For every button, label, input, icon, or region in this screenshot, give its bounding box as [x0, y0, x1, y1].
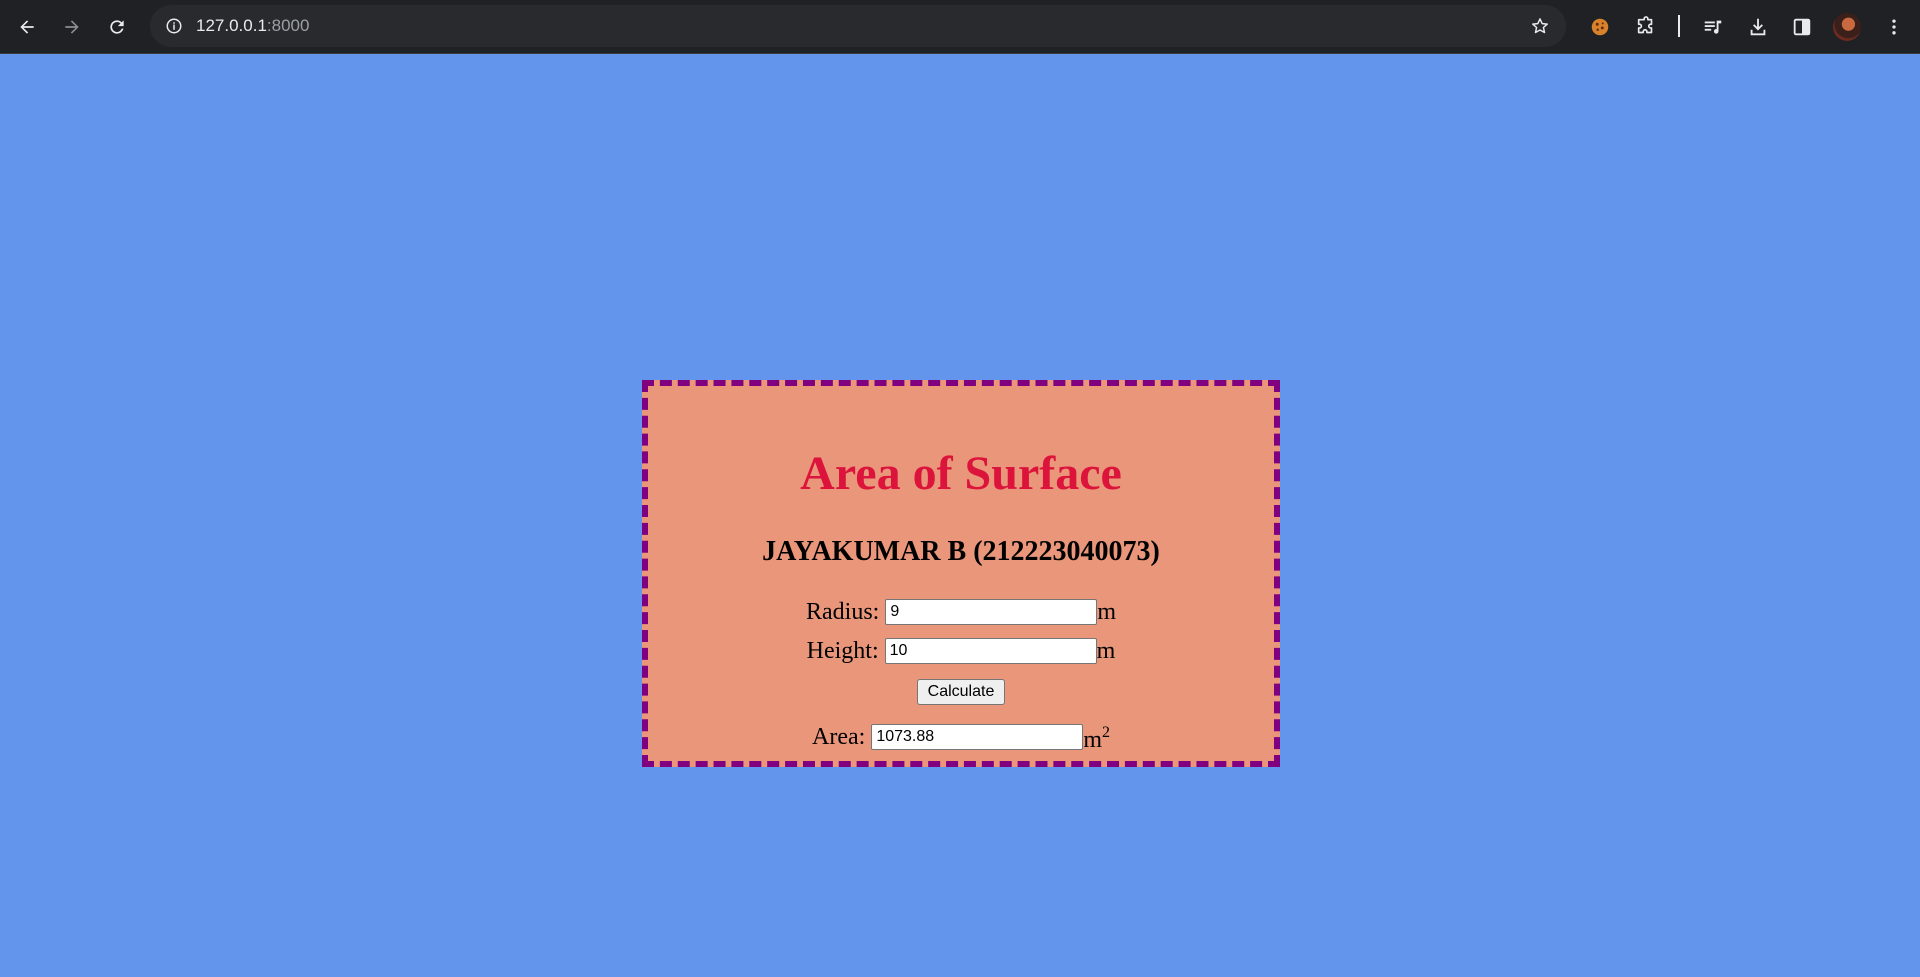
- avatar[interactable]: [1833, 13, 1861, 41]
- download-icon[interactable]: [1740, 9, 1776, 45]
- area-unit-exponent: 2: [1101, 724, 1110, 741]
- radius-unit: m: [1097, 599, 1116, 625]
- url-port: :8000: [266, 16, 310, 35]
- area-unit-base: m: [1083, 727, 1102, 753]
- calculate-row: Calculate: [648, 679, 1274, 705]
- radius-row: Radius: m: [648, 598, 1274, 626]
- area-output[interactable]: [871, 723, 1084, 750]
- puzzle-icon[interactable]: [1628, 9, 1664, 45]
- url-host: 127.0.0.1: [196, 16, 267, 35]
- kebab-menu-icon[interactable]: [1876, 9, 1912, 45]
- info-icon[interactable]: [162, 14, 186, 38]
- calculator-card: Area of Surface JAYAKUMAR B (21222304007…: [642, 380, 1280, 767]
- area-row: Area: m2: [648, 719, 1274, 754]
- url-text: 127.0.0.1:8000: [196, 16, 309, 36]
- cookie-icon[interactable]: [1582, 9, 1618, 45]
- author-subtitle: JAYAKUMAR B (212223040073): [762, 536, 1160, 567]
- side-panel-icon[interactable]: [1784, 9, 1820, 45]
- height-unit: m: [1096, 638, 1116, 664]
- page-title: Area of Surface: [800, 447, 1122, 500]
- height-label: Height:: [806, 638, 879, 664]
- radius-label: Radius:: [805, 599, 880, 625]
- forward-arrow-icon[interactable]: [54, 9, 90, 45]
- back-arrow-icon[interactable]: [9, 9, 45, 45]
- height-row: Height: m: [648, 637, 1274, 665]
- address-bar[interactable]: 127.0.0.1:8000: [150, 5, 1566, 47]
- star-icon[interactable]: [1528, 14, 1552, 38]
- area-unit: m2: [1083, 719, 1110, 754]
- toolbar-separator: [1678, 15, 1680, 37]
- height-input[interactable]: [884, 638, 1097, 664]
- radius-input[interactable]: [885, 599, 1098, 625]
- browser-toolbar: 127.0.0.1:8000: [0, 0, 1920, 54]
- calculate-button[interactable]: Calculate: [917, 679, 1005, 705]
- reload-icon[interactable]: [99, 9, 135, 45]
- area-label: Area:: [812, 723, 866, 750]
- media-control-icon[interactable]: [1695, 9, 1731, 45]
